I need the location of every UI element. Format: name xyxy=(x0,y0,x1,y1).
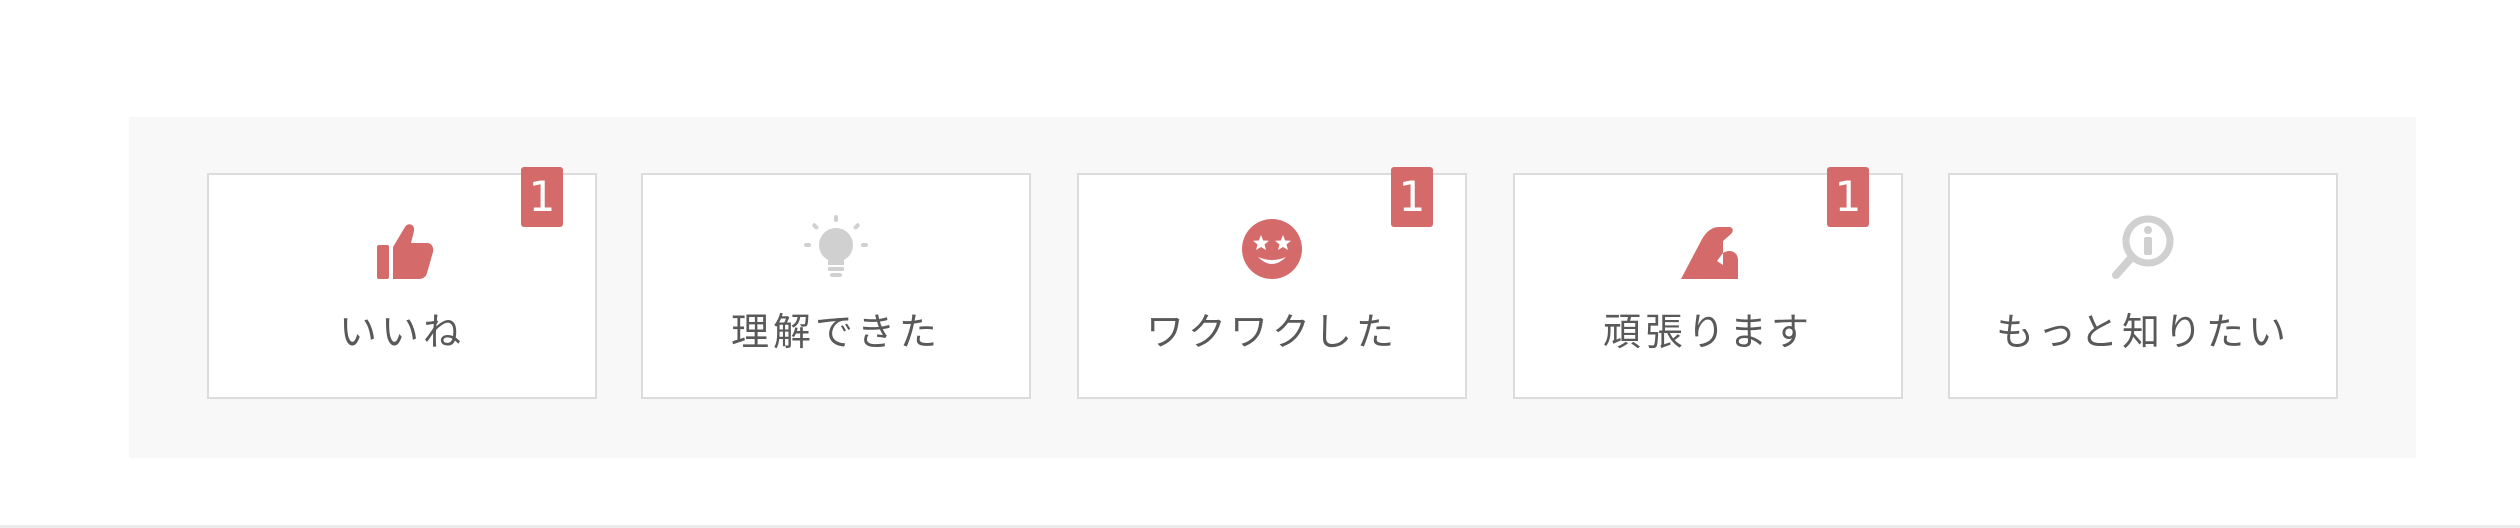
reaction-label: いいね xyxy=(338,310,465,354)
reaction-count-badge: 1 xyxy=(1827,167,1869,227)
magnifier-info-icon xyxy=(2098,205,2188,295)
reaction-button-excited[interactable]: ワクワクした 1 xyxy=(1077,167,1467,399)
reaction-count-badge: 1 xyxy=(521,167,563,227)
star-eyes-face-icon xyxy=(1227,205,1317,295)
reaction-label: もっと知りたい xyxy=(1995,310,2290,354)
flexed-arm-icon xyxy=(1663,205,1753,295)
reaction-button-like[interactable]: いいね 1 xyxy=(207,167,597,399)
reaction-button-do-my-best[interactable]: 頑張ります 1 xyxy=(1513,167,1903,399)
lightbulb-icon xyxy=(791,205,881,295)
thumbs-up-icon xyxy=(357,205,447,295)
reaction-button-want-to-know-more[interactable]: もっと知りたい xyxy=(1948,173,2338,399)
reaction-button-understood[interactable]: 理解できた xyxy=(641,173,1031,399)
reaction-count-badge: 1 xyxy=(1391,167,1433,227)
reaction-label: 理解できた xyxy=(730,310,941,354)
reaction-label: 頑張ります xyxy=(1602,310,1813,354)
reaction-label: ワクワクした xyxy=(1145,310,1398,354)
